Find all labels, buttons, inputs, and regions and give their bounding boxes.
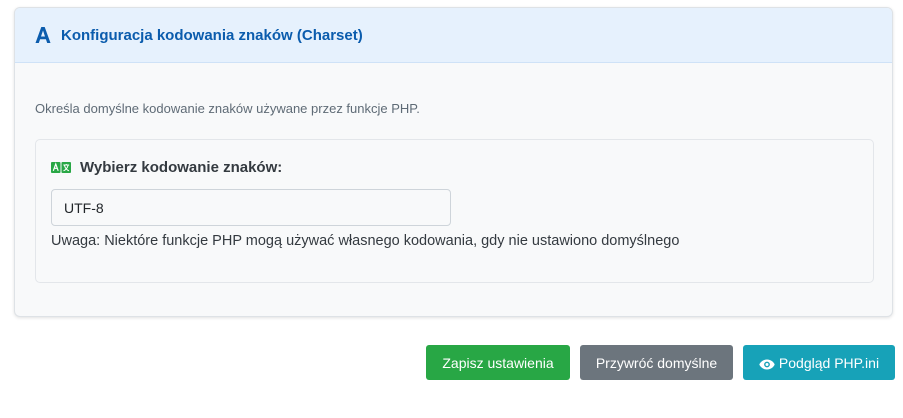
card-description: Określa domyślne kodowanie znaków używan… (35, 101, 420, 116)
card-header: Konfiguracja kodowania znaków (Charset) (15, 8, 892, 63)
charset-field-label: Wybierz kodowanie znaków: (51, 159, 282, 176)
restore-defaults-button[interactable]: Przywróć domyślne (580, 345, 733, 380)
charset-input[interactable] (51, 189, 451, 226)
restore-defaults-label: Przywróć domyślne (595, 354, 718, 371)
preview-phpini-label: Podgląd PHP.ini (778, 354, 880, 371)
charset-config-card: Konfiguracja kodowania znaków (Charset) … (14, 7, 893, 317)
preview-phpini-button[interactable]: Podgląd PHP.ini (743, 345, 895, 380)
eye-icon (759, 357, 775, 370)
charset-field-group: Wybierz kodowanie znaków: Uwaga: Niektór… (35, 139, 874, 283)
card-title: Konfiguracja kodowania znaków (Charset) (61, 26, 363, 44)
page: Konfiguracja kodowania znaków (Charset) … (0, 0, 903, 418)
charset-label-text: Wybierz kodowanie znaków: (80, 159, 283, 176)
charset-note: Uwaga: Niektóre funkcje PHP mogą używać … (51, 233, 680, 249)
language-icon (51, 162, 71, 173)
save-settings-label: Zapisz ustawienia (442, 354, 554, 371)
save-settings-button[interactable]: Zapisz ustawienia (426, 345, 570, 380)
font-icon (35, 25, 51, 45)
